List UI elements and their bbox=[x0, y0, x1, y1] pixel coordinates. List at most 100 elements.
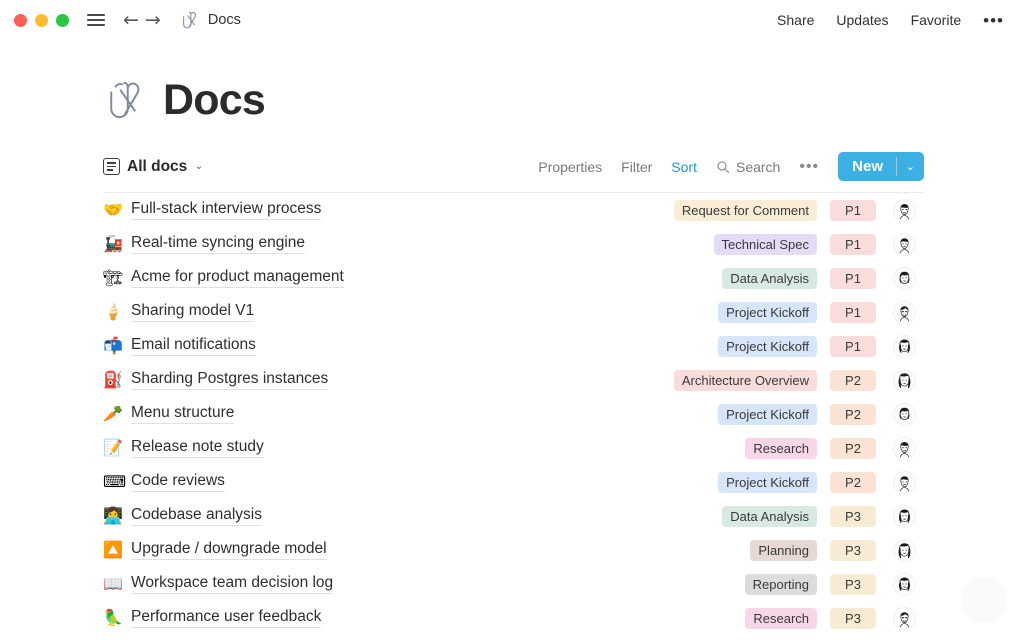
doc-title-link[interactable]: Workspace team decision log bbox=[131, 574, 333, 594]
doc-title-link[interactable]: Release note study bbox=[131, 438, 264, 458]
avatar[interactable] bbox=[893, 199, 916, 222]
doc-title-link[interactable]: Performance user feedback bbox=[131, 608, 321, 628]
avatar[interactable] bbox=[893, 471, 916, 494]
doc-priority-badge[interactable]: P2 bbox=[830, 438, 876, 459]
avatar[interactable] bbox=[893, 301, 916, 324]
doc-owner-cell bbox=[884, 403, 924, 426]
sort-button[interactable]: Sort bbox=[671, 159, 697, 175]
maximize-window-button[interactable] bbox=[56, 14, 69, 27]
doc-row[interactable]: 🥕Menu structureProject KickoffP2 bbox=[103, 397, 924, 431]
avatar[interactable] bbox=[893, 267, 916, 290]
doc-priority-cell: P2 bbox=[830, 438, 876, 459]
filter-button[interactable]: Filter bbox=[621, 159, 652, 175]
doc-tag[interactable]: Project Kickoff bbox=[718, 336, 817, 357]
woman-technologist-emoji: 👩‍💻 bbox=[103, 508, 131, 524]
doc-row[interactable]: 📬Email notifications Project Kickoff P1 bbox=[103, 329, 924, 363]
doc-tag[interactable]: Project Kickoff bbox=[718, 302, 817, 323]
avatar[interactable] bbox=[893, 233, 916, 256]
updates-button[interactable]: Updates bbox=[836, 12, 888, 28]
doc-tag[interactable]: Data Analysis bbox=[722, 506, 817, 527]
new-doc-button[interactable]: New ⌄ bbox=[838, 152, 924, 181]
doc-owner-cell bbox=[884, 573, 924, 596]
doc-tag[interactable]: Request for Comment bbox=[674, 200, 817, 221]
doc-title-link[interactable]: Codebase analysis bbox=[131, 506, 262, 526]
search-button[interactable]: Search bbox=[716, 159, 780, 175]
doc-title-link[interactable]: Full-stack interview process bbox=[131, 200, 321, 220]
forward-arrow-icon[interactable]: → bbox=[145, 11, 161, 30]
doc-title-link[interactable]: Upgrade / downgrade model bbox=[131, 540, 327, 560]
mailbox-emoji: 📬 bbox=[103, 338, 131, 354]
hamburger-icon[interactable] bbox=[83, 7, 109, 33]
doc-tag[interactable]: Project Kickoff bbox=[718, 472, 817, 493]
avatar[interactable] bbox=[893, 403, 916, 426]
doc-title-link[interactable]: Sharing model V1 bbox=[131, 302, 254, 322]
doc-priority-badge[interactable]: P3 bbox=[830, 608, 876, 629]
breadcrumb[interactable]: Docs bbox=[179, 9, 241, 31]
toolbar-actions: Properties Filter Sort Search ••• New ⌄ bbox=[538, 152, 924, 181]
doc-priority-badge[interactable]: P1 bbox=[830, 336, 876, 357]
doc-priority-badge[interactable]: P1 bbox=[830, 234, 876, 255]
doc-owner-cell bbox=[884, 607, 924, 630]
doc-owner-cell bbox=[884, 539, 924, 562]
doc-row[interactable]: 📖Workspace team decision logReportingP3 bbox=[103, 567, 924, 601]
doc-tag[interactable]: Research bbox=[745, 608, 817, 629]
doc-owner-cell bbox=[884, 233, 924, 256]
doc-title-link[interactable]: Code reviews bbox=[131, 472, 225, 492]
doc-priority-badge[interactable]: P3 bbox=[830, 540, 876, 561]
doc-title-link[interactable]: Email notifications bbox=[131, 336, 256, 356]
doc-priority-badge[interactable]: P1 bbox=[830, 302, 876, 323]
doc-tag[interactable]: Technical Spec bbox=[714, 234, 817, 255]
minimize-window-button[interactable] bbox=[35, 14, 48, 27]
share-button[interactable]: Share bbox=[777, 12, 814, 28]
doc-tag[interactable]: Data Analysis bbox=[722, 268, 817, 289]
doc-tag-cell: Data Analysis bbox=[557, 506, 817, 527]
doc-tag[interactable]: Architecture Overview bbox=[674, 370, 817, 391]
doc-priority-badge[interactable]: P2 bbox=[830, 370, 876, 391]
doc-title-link[interactable]: Menu structure bbox=[131, 404, 234, 424]
doc-row[interactable]: 🚂Real-time syncing engineTechnical SpecP… bbox=[103, 227, 924, 261]
doc-row[interactable]: 🦜Performance user feedbackResearchP3 bbox=[103, 601, 924, 635]
doc-priority-badge[interactable]: P2 bbox=[830, 472, 876, 493]
doc-row[interactable]: 🏗Acme for product management Data Analysi… bbox=[103, 261, 924, 295]
doc-priority-badge[interactable]: P2 bbox=[830, 404, 876, 425]
avatar[interactable] bbox=[893, 369, 916, 392]
doc-row[interactable]: 🔼Upgrade / downgrade modelPlanningP3 bbox=[103, 533, 924, 567]
avatar[interactable] bbox=[893, 437, 916, 460]
avatar[interactable] bbox=[893, 573, 916, 596]
ice-cream-emoji: 🍦 bbox=[103, 304, 131, 320]
view-selector[interactable]: All docs ⌄ bbox=[103, 158, 204, 176]
doc-row[interactable]: ⛽Sharding Postgres instances Architecture… bbox=[103, 363, 924, 397]
doc-title-link[interactable]: Real-time syncing engine bbox=[131, 234, 305, 254]
avatar[interactable] bbox=[893, 607, 916, 630]
favorite-button[interactable]: Favorite bbox=[911, 12, 962, 28]
doc-priority-badge[interactable]: P3 bbox=[830, 506, 876, 527]
fuel-pump-emoji: ⛽ bbox=[103, 372, 131, 388]
doc-row[interactable]: 🤝Full-stack interview processRequest for… bbox=[103, 193, 924, 227]
doc-priority-badge[interactable]: P1 bbox=[830, 200, 876, 221]
doc-row[interactable]: 🍦Sharing model V1 Project Kickoff P1 bbox=[103, 295, 924, 329]
doc-row[interactable]: 📝Release note studyResearchP2 bbox=[103, 431, 924, 465]
avatar[interactable] bbox=[893, 539, 916, 562]
toolbar-more-icon[interactable]: ••• bbox=[799, 159, 819, 175]
back-arrow-icon[interactable]: ← bbox=[123, 11, 139, 30]
new-doc-dropdown-icon[interactable]: ⌄ bbox=[897, 152, 924, 181]
doc-tag-cell: Request for Comment bbox=[557, 200, 817, 221]
paperclip-icon bbox=[179, 9, 201, 31]
doc-tag[interactable]: Reporting bbox=[745, 574, 817, 595]
doc-priority-badge[interactable]: P3 bbox=[830, 574, 876, 595]
doc-tag[interactable]: Planning bbox=[750, 540, 817, 561]
doc-title-link[interactable]: Acme for product management bbox=[131, 268, 344, 288]
doc-row[interactable]: 👩‍💻Codebase analysis Data Analysis P3 bbox=[103, 499, 924, 533]
doc-title-link[interactable]: Sharding Postgres instances bbox=[131, 370, 328, 390]
close-window-button[interactable] bbox=[14, 14, 27, 27]
doc-tag[interactable]: Project Kickoff bbox=[718, 404, 817, 425]
doc-tag[interactable]: Research bbox=[745, 438, 817, 459]
avatar[interactable] bbox=[893, 335, 916, 358]
doc-priority-badge[interactable]: P1 bbox=[830, 268, 876, 289]
construction-crane-emoji: 🏗 bbox=[103, 270, 131, 286]
more-options-icon[interactable]: ••• bbox=[983, 12, 1004, 29]
properties-button[interactable]: Properties bbox=[538, 159, 602, 175]
doc-row[interactable]: ⌨Code reviewsProject KickoffP2 bbox=[103, 465, 924, 499]
help-bubble-button[interactable] bbox=[961, 577, 1007, 623]
avatar[interactable] bbox=[893, 505, 916, 528]
